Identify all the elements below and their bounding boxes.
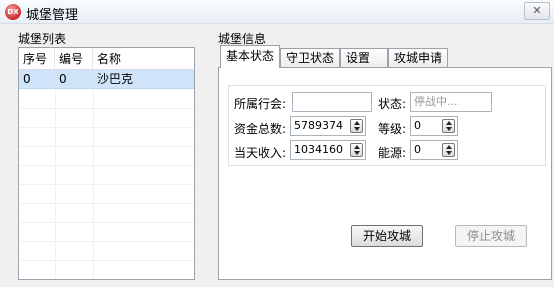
status-field: 停战中... xyxy=(410,92,492,112)
close-button[interactable]: ✕ xyxy=(524,2,550,20)
level-value: 0 xyxy=(414,119,421,132)
level-spinner[interactable]: 0 xyxy=(410,116,458,136)
income-value: 1034160 xyxy=(294,143,343,156)
list-column-divider xyxy=(55,90,56,279)
column-header-index[interactable]: 序号 xyxy=(19,48,55,69)
income-label: 当天收入: xyxy=(234,146,287,160)
cell-id: 0 xyxy=(55,70,93,88)
list-header: 序号 编号 名称 xyxy=(19,48,194,70)
tab-basic-status[interactable]: 基本状态 xyxy=(220,45,280,68)
level-spin-arrows-icon[interactable] xyxy=(442,119,455,133)
energy-spinner[interactable]: 0 xyxy=(410,140,458,160)
cell-index: 0 xyxy=(19,70,55,88)
funds-spinner[interactable]: 5789374 xyxy=(290,116,366,136)
funds-value: 5789374 xyxy=(294,119,343,132)
tab-siege-application[interactable]: 攻城申请 xyxy=(388,48,448,68)
income-spin-arrows-icon[interactable] xyxy=(350,143,363,157)
window-title: 城堡管理 xyxy=(26,8,79,23)
funds-spin-arrows-icon[interactable] xyxy=(350,119,363,133)
castle-list[interactable]: 序号 编号 名称 0 0 沙巴克 xyxy=(18,47,195,280)
tab-settings[interactable]: 设置 xyxy=(340,48,388,68)
income-spinner[interactable]: 1034160 xyxy=(290,140,366,160)
energy-label: 能源: xyxy=(378,146,407,160)
castle-list-label: 城堡列表 xyxy=(18,32,67,46)
tab-guard-status[interactable]: 守卫状态 xyxy=(280,48,340,68)
list-gridlines xyxy=(19,90,194,279)
energy-spin-arrows-icon[interactable] xyxy=(442,143,455,157)
stop-siege-button[interactable]: 停止攻城 xyxy=(455,225,527,247)
status-label: 状态: xyxy=(378,97,407,111)
title-bar: DX 城堡管理 ✕ xyxy=(0,0,554,24)
list-column-divider xyxy=(93,90,94,279)
app-icon: DX xyxy=(5,4,21,20)
cell-name: 沙巴克 xyxy=(97,72,134,86)
energy-value: 0 xyxy=(414,143,421,156)
column-header-id[interactable]: 编号 xyxy=(55,48,93,69)
column-header-name[interactable]: 名称 xyxy=(93,48,194,69)
guild-label: 所属行会: xyxy=(234,97,287,111)
start-siege-button[interactable]: 开始攻城 xyxy=(351,225,423,247)
funds-label: 资金总数: xyxy=(234,122,287,136)
list-item[interactable]: 0 0 沙巴克 xyxy=(19,70,194,89)
guild-field[interactable] xyxy=(292,92,372,112)
level-label: 等级: xyxy=(378,122,407,136)
